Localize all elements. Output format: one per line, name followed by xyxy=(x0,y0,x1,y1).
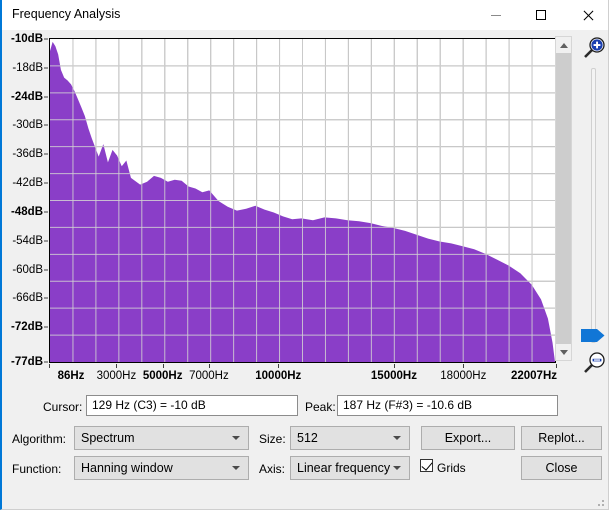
cursor-value-field[interactable]: 129 Hz (C3) = -10 dB xyxy=(86,395,298,416)
scrollbar-thumb[interactable] xyxy=(556,53,571,344)
x-axis-tick-mark xyxy=(208,364,210,368)
chevron-up-icon xyxy=(559,42,568,48)
y-axis-tick-mark xyxy=(44,124,48,126)
y-axis-tick-mark xyxy=(44,153,48,155)
x-axis-tick-label: 22007Hz xyxy=(510,370,558,382)
x-axis-tick-label: 18000Hz xyxy=(440,370,487,382)
y-axis-tick-label: -72dB xyxy=(11,321,43,334)
x-axis: 86Hz 3000Hz 5000Hz 7000Hz 10000Hz 15000Hz 1800… xyxy=(49,364,558,386)
axis-label: Axis: xyxy=(259,462,286,476)
size-select[interactable]: 512 xyxy=(290,426,410,450)
y-axis-tick-mark xyxy=(44,38,48,40)
cursor-label: Cursor: xyxy=(43,400,83,414)
y-axis-tick-mark xyxy=(44,361,48,363)
y-axis-tick-mark xyxy=(44,67,48,69)
spectrum-canvas[interactable] xyxy=(49,38,556,363)
y-axis-tick-label: -36dB xyxy=(12,148,43,161)
scroll-up-button[interactable] xyxy=(556,37,571,53)
scroll-down-button[interactable] xyxy=(556,344,571,360)
axis-select[interactable]: Linear frequency xyxy=(290,456,410,480)
grids-label: Grids xyxy=(437,461,466,475)
checkmark-icon xyxy=(421,459,433,471)
close-icon xyxy=(582,10,593,21)
y-axis-tick-mark xyxy=(44,96,48,98)
y-axis-tick-mark xyxy=(44,269,48,271)
chevron-down-icon xyxy=(393,436,401,440)
y-axis-tick-label: -66dB xyxy=(12,292,43,305)
function-label: Function: xyxy=(12,462,62,476)
chevron-down-icon xyxy=(559,349,568,355)
size-value: 512 xyxy=(297,431,318,445)
chevron-down-icon xyxy=(393,466,401,470)
y-axis-tick-mark xyxy=(44,182,48,184)
y-axis-tick-mark xyxy=(44,297,48,299)
minimize-icon xyxy=(490,14,501,16)
y-axis-tick-mark xyxy=(44,211,48,213)
zoom-slider-thumb[interactable] xyxy=(581,328,605,343)
axis-value: Linear frequency xyxy=(297,461,391,475)
close-button[interactable]: Close xyxy=(521,456,602,480)
x-axis-tick-label: 10000Hz xyxy=(255,370,302,382)
zoom-slider-track[interactable] xyxy=(591,68,596,343)
y-axis-tick-label: -24dB xyxy=(11,90,43,103)
y-axis-tick-label: -77dB xyxy=(11,356,43,368)
y-axis-tick-label: -48dB xyxy=(11,205,43,218)
x-axis-tick-label: 7000Hz xyxy=(189,370,229,382)
function-select[interactable]: Hanning window xyxy=(74,456,249,480)
x-axis-tick-label: 5000Hz xyxy=(142,370,183,382)
grids-checkbox[interactable] xyxy=(420,459,433,472)
x-axis-tick-mark xyxy=(278,364,280,368)
plot-vertical-scrollbar[interactable] xyxy=(555,36,572,361)
x-axis-tick-mark xyxy=(463,364,465,368)
replot-button[interactable]: Replot... xyxy=(521,426,602,450)
chevron-down-icon xyxy=(232,466,240,470)
peak-value-field[interactable]: 187 Hz (F#3) = -10.6 dB xyxy=(337,395,558,416)
x-axis-tick-mark xyxy=(393,364,395,368)
spectrum-graph xyxy=(50,39,555,362)
maximize-icon xyxy=(535,10,546,20)
export-button[interactable]: Export... xyxy=(421,426,515,450)
y-axis-tick-mark xyxy=(44,240,48,242)
frequency-analysis-window: Frequency Analysis -10dB -18dB -24dB -30dB -… xyxy=(0,0,609,510)
y-axis-tick-label: -18dB xyxy=(12,61,43,74)
x-axis-tick-label: 3000Hz xyxy=(96,370,137,382)
minimize-button[interactable] xyxy=(473,0,518,30)
spectrum-plot-area: -10dB -18dB -24dB -30dB -36dB -42dB -48dB -54dB… xyxy=(5,32,608,387)
zoom-control-column xyxy=(577,32,609,382)
x-axis-tick-label: 86Hz xyxy=(57,370,85,382)
x-axis-tick-mark xyxy=(162,364,164,368)
function-value: Hanning window xyxy=(81,461,173,475)
y-axis-tick-label: -30dB xyxy=(12,119,43,132)
resize-grip[interactable] xyxy=(594,496,604,506)
peak-label: Peak: xyxy=(305,400,336,414)
chevron-down-icon xyxy=(232,436,240,440)
y-axis-tick-label: -10dB xyxy=(11,33,43,45)
y-axis: -10dB -18dB -24dB -30dB -36dB -42dB -48dB -54dB… xyxy=(5,32,49,368)
magnifier-plus-icon[interactable] xyxy=(581,35,607,61)
y-axis-tick-mark xyxy=(44,326,48,328)
algorithm-value: Spectrum xyxy=(81,431,135,445)
y-axis-tick-label: -42dB xyxy=(12,177,43,190)
window-title: Frequency Analysis xyxy=(12,7,121,21)
x-axis-tick-mark xyxy=(49,364,50,368)
x-axis-tick-label: 15000Hz xyxy=(370,370,417,382)
maximize-button[interactable] xyxy=(518,0,563,30)
y-axis-tick-label: -54dB xyxy=(12,234,43,247)
close-window-button[interactable] xyxy=(565,0,609,30)
x-axis-tick-mark xyxy=(116,364,118,368)
size-label: Size: xyxy=(259,432,286,446)
algorithm-select[interactable]: Spectrum xyxy=(74,426,249,450)
magnifier-minus-icon[interactable] xyxy=(581,350,607,376)
y-axis-tick-label: -60dB xyxy=(12,263,43,276)
title-bar: Frequency Analysis xyxy=(2,0,608,30)
x-axis-tick-mark xyxy=(556,364,557,368)
algorithm-label: Algorithm: xyxy=(12,432,67,446)
